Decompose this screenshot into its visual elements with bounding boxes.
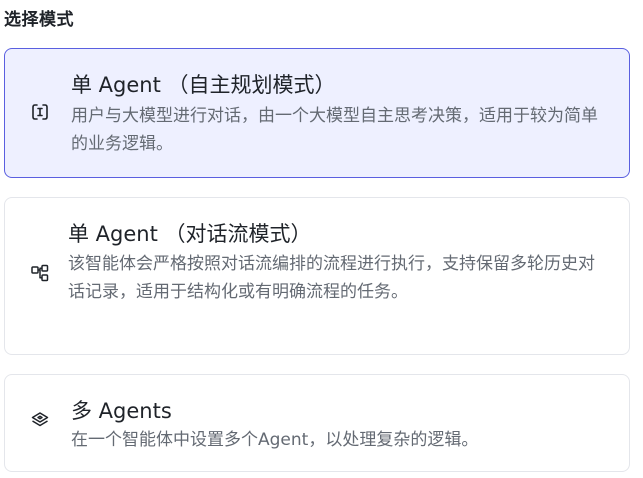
mode-title: 单 Agent （自主规划模式）: [71, 73, 336, 97]
mode-option-single-agent-autonomous[interactable]: 单 Agent （自主规划模式） 用户与大模型进行对话，由一个大模型自主思考决策…: [4, 48, 630, 178]
layers-icon: [29, 409, 51, 431]
mode-option-multi-agents[interactable]: 多 Agents 在一个智能体中设置多个Agent，以处理复杂的逻辑。: [4, 374, 630, 472]
mode-title: 单 Agent （对话流模式）: [68, 222, 312, 246]
mode-title: 多 Agents: [71, 399, 172, 423]
mode-option-single-agent-dialog-flow[interactable]: 单 Agent （对话流模式） 该智能体会严格按照对话流编排的流程进行执行，支持…: [4, 197, 630, 355]
mode-description: 该智能体会严格按照对话流编排的流程进行执行，支持保留多轮历史对话记录，适用于结构…: [68, 254, 595, 302]
mode-description: 用户与大模型进行对话，由一个大模型自主思考决策，适用于较为简单的业务逻辑。: [71, 106, 598, 154]
section-title: 选择模式: [4, 10, 74, 30]
workflow-icon: [29, 262, 51, 284]
bracket-cursor-icon: [29, 101, 51, 123]
mode-description: 在一个智能体中设置多个Agent，以处理复杂的逻辑。: [71, 430, 479, 450]
